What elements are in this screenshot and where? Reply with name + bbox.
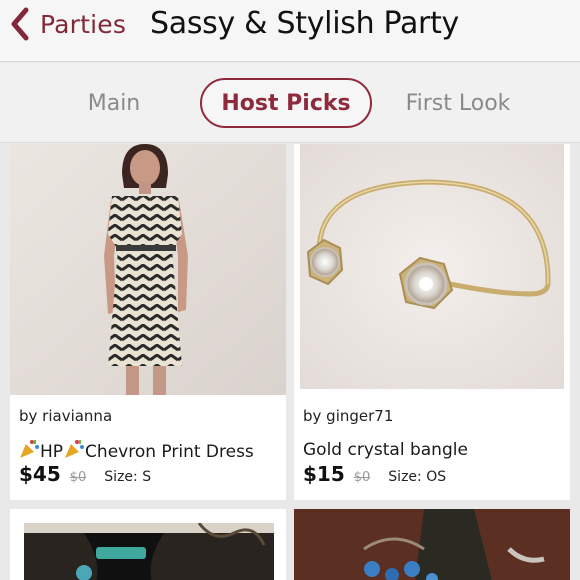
price-row: $15 $0 Size: OS <box>303 462 446 486</box>
back-label: Parties <box>40 9 127 39</box>
listing-price: $45 <box>19 462 61 486</box>
navigation-header: Parties Sassy & Stylish Party <box>0 0 580 62</box>
page-title: Sassy & Stylish Party <box>150 6 459 41</box>
tab-main[interactable]: Main <box>62 78 166 128</box>
listing-card[interactable] <box>10 509 286 580</box>
listing-photo-dress[interactable] <box>10 144 286 395</box>
listing-card-dress[interactable]: by riavianna HP Chevron Print Dress $45 … <box>10 144 286 500</box>
listing-title-prefix: HP <box>40 442 64 462</box>
listing-photo[interactable] <box>294 509 570 580</box>
listing-title[interactable]: HP Chevron Print Dress <box>18 438 254 465</box>
listing-title[interactable]: Gold crystal bangle <box>303 440 468 460</box>
tab-first-look[interactable]: First Look <box>394 78 522 128</box>
listing-card[interactable] <box>294 509 570 580</box>
seller-name[interactable]: by ginger71 <box>303 407 393 425</box>
listing-price: $15 <box>303 462 345 486</box>
listing-card-bangle[interactable]: by ginger71 Gold crystal bangle $15 $0 S… <box>294 144 570 500</box>
listing-size: Size: OS <box>388 469 447 485</box>
original-price: $0 <box>353 470 371 485</box>
price-row: $45 $0 Size: S <box>19 462 151 486</box>
listing-size: Size: S <box>104 469 152 485</box>
original-price: $0 <box>69 470 87 485</box>
chevron-left-icon <box>10 7 30 41</box>
tab-host-picks[interactable]: Host Picks <box>200 78 372 128</box>
party-tabs: Main Host Picks First Look <box>0 63 580 143</box>
listing-title-text: Chevron Print Dress <box>85 442 254 462</box>
back-button[interactable]: Parties <box>10 4 126 44</box>
listing-photo[interactable] <box>24 523 274 580</box>
party-popper-icon <box>18 438 40 465</box>
seller-name[interactable]: by riavianna <box>19 407 112 425</box>
listing-photo-bangle[interactable] <box>300 144 564 389</box>
party-popper-icon <box>63 438 85 465</box>
